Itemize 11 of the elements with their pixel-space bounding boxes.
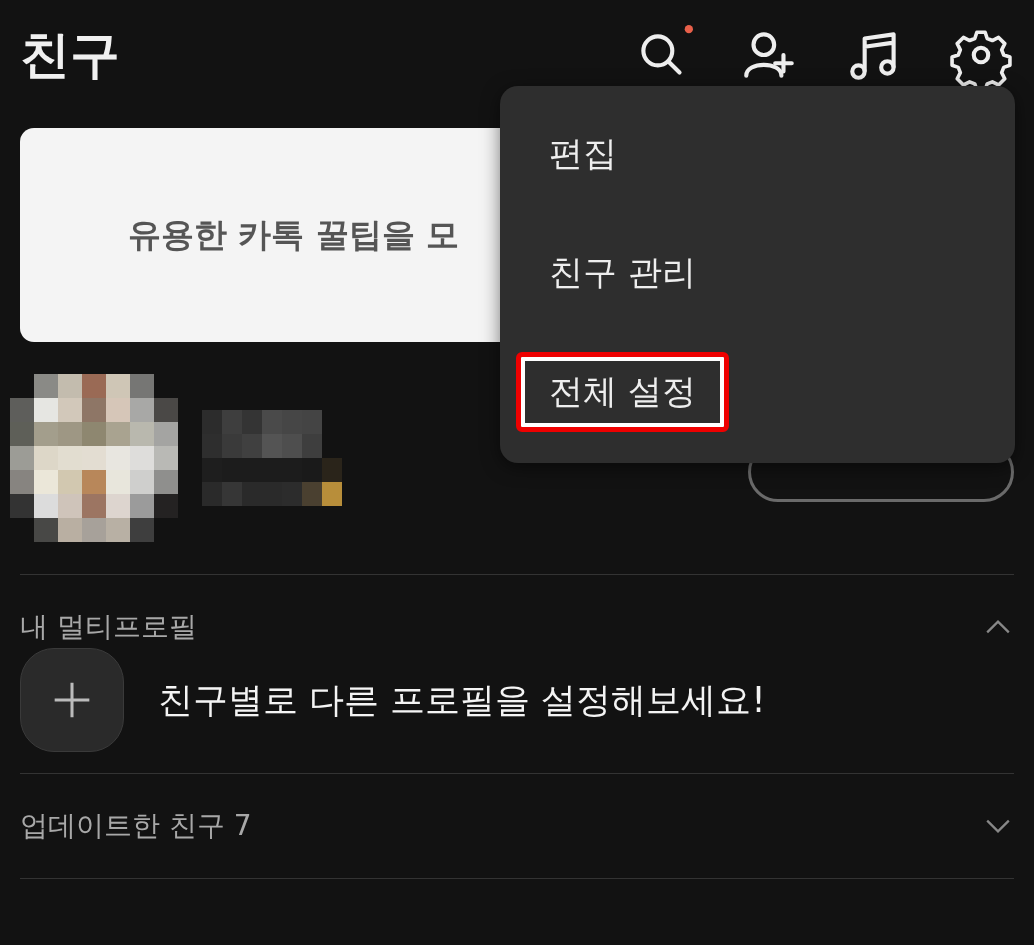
section-title: 내 멀티프로필 [20, 609, 197, 645]
menu-item[interactable]: 친구 관리 [516, 232, 729, 313]
chevron-down-icon[interactable] [984, 817, 1012, 835]
menu-item[interactable]: 편집 [516, 113, 650, 194]
page-title: 친구 [20, 24, 120, 86]
chevron-up-icon[interactable] [984, 618, 1012, 636]
section-title: 업데이트한 친구 7 [20, 808, 252, 844]
add-profile-button[interactable] [20, 648, 124, 752]
banner-text: 유용한 카톡 꿀팁을 모 [128, 213, 460, 256]
multi-profile-prompt: 친구별로 다른 프로필을 설정해보세요! [158, 678, 766, 722]
menu-item[interactable]: 전체 설정 [516, 351, 729, 432]
